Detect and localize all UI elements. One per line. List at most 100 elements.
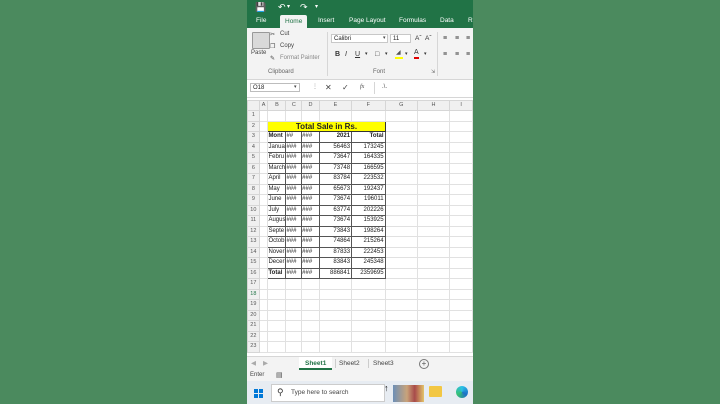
tab-page-layout[interactable]: Page Layout [349, 14, 386, 28]
name-box[interactable]: O18 [250, 83, 300, 92]
cell[interactable] [351, 320, 386, 332]
data-cell[interactable]: ### [285, 246, 303, 258]
cell[interactable] [318, 341, 353, 353]
cell[interactable] [384, 183, 418, 195]
tab-file[interactable]: File [256, 14, 266, 28]
cell[interactable] [258, 152, 269, 164]
cell[interactable] [258, 110, 269, 122]
cell[interactable] [449, 152, 473, 164]
cell[interactable] [449, 131, 473, 143]
cell[interactable] [301, 278, 320, 290]
bold-button[interactable]: B [335, 50, 340, 59]
total-cell[interactable]: ### [301, 267, 320, 279]
borders-dropdown-icon[interactable]: ▾ [385, 50, 388, 59]
cell[interactable] [301, 309, 320, 321]
cell[interactable] [258, 225, 269, 237]
align-left-icon[interactable]: ≡ [443, 50, 447, 59]
cell[interactable] [416, 152, 451, 164]
font-name-select[interactable]: Calibri [331, 34, 388, 43]
cell[interactable] [318, 288, 353, 300]
cell[interactable] [301, 341, 320, 353]
column-header[interactable]: A [258, 100, 269, 111]
data-cell[interactable]: ### [285, 225, 303, 237]
cell[interactable] [258, 341, 269, 353]
increase-font-icon[interactable]: Aˆ [415, 34, 422, 43]
data-cell[interactable]: ### [301, 246, 320, 258]
cell[interactable] [449, 236, 473, 248]
tab-home[interactable]: Home [280, 15, 308, 28]
cell[interactable] [285, 110, 303, 122]
data-cell[interactable]: 202226 [351, 204, 386, 216]
cell[interactable] [318, 278, 353, 290]
data-cell[interactable]: ### [301, 225, 320, 237]
data-cell[interactable]: July [267, 204, 287, 216]
data-cell[interactable]: April [267, 173, 287, 185]
paste-icon[interactable] [252, 32, 270, 49]
cell[interactable] [384, 152, 418, 164]
row-header[interactable]: 23 [247, 341, 260, 353]
font-size-select[interactable]: 11 [390, 34, 411, 43]
data-cell[interactable]: ### [285, 162, 303, 174]
cell[interactable] [384, 120, 418, 132]
header-cell[interactable]: 2021 [318, 131, 353, 143]
cell[interactable] [267, 288, 287, 300]
cell[interactable] [384, 288, 418, 300]
data-cell[interactable]: ### [301, 194, 320, 206]
save-icon[interactable]: 💾 [255, 1, 266, 13]
cell[interactable] [384, 257, 418, 269]
cell[interactable] [384, 330, 418, 342]
cell[interactable] [416, 320, 451, 332]
data-cell[interactable]: 73674 [318, 194, 353, 206]
cell[interactable] [449, 141, 473, 153]
borders-icon[interactable]: □ [375, 50, 379, 59]
cell[interactable] [416, 131, 451, 143]
cell[interactable] [384, 110, 418, 122]
cell[interactable] [258, 309, 269, 321]
cell[interactable] [449, 215, 473, 227]
cell[interactable] [267, 110, 287, 122]
data-cell[interactable]: June [267, 194, 287, 206]
undo-dropdown-icon[interactable]: ▾ [287, 1, 290, 13]
row-header[interactable]: 8 [247, 183, 260, 195]
tab-formulas[interactable]: Formulas [399, 14, 426, 28]
cancel-icon[interactable]: ✕ [325, 83, 332, 92]
data-cell[interactable]: March [267, 162, 287, 174]
cell[interactable] [449, 320, 473, 332]
row-header[interactable]: 4 [247, 141, 260, 153]
data-cell[interactable]: 74864 [318, 236, 353, 248]
cell[interactable] [449, 257, 473, 269]
data-cell[interactable]: 192437 [351, 183, 386, 195]
cell[interactable] [258, 330, 269, 342]
taskbar-search-box[interactable]: ⚲ Type here to search [271, 384, 385, 402]
sheet-tab-sheet2[interactable]: Sheet2 [339, 357, 360, 370]
data-cell[interactable]: 173245 [351, 141, 386, 153]
cell[interactable] [301, 320, 320, 332]
cell[interactable] [301, 330, 320, 342]
cell[interactable] [384, 236, 418, 248]
cut-button[interactable]: Cut [280, 31, 289, 37]
data-cell[interactable]: ### [301, 183, 320, 195]
format-painter-button[interactable]: Format Painter [280, 55, 320, 61]
cell[interactable] [258, 173, 269, 185]
cell[interactable] [416, 162, 451, 174]
cell[interactable] [416, 204, 451, 216]
cell[interactable] [449, 288, 473, 300]
cell[interactable] [285, 341, 303, 353]
cell[interactable] [384, 309, 418, 321]
data-cell[interactable]: ### [301, 141, 320, 153]
total-cell[interactable]: ### [285, 267, 303, 279]
row-header[interactable]: 21 [247, 320, 260, 332]
cell[interactable] [384, 162, 418, 174]
cell[interactable] [384, 194, 418, 206]
fill-color-dropdown-icon[interactable]: ▾ [405, 50, 408, 59]
cell[interactable] [449, 278, 473, 290]
header-cell[interactable]: Total [351, 131, 386, 143]
tab-review[interactable]: R [468, 14, 473, 28]
cell[interactable] [351, 288, 386, 300]
data-cell[interactable]: 73647 [318, 152, 353, 164]
data-cell[interactable]: ### [301, 204, 320, 216]
data-cell[interactable]: Febru [267, 152, 287, 164]
cell[interactable] [384, 299, 418, 311]
cell[interactable] [267, 341, 287, 353]
data-cell[interactable]: ### [285, 183, 303, 195]
